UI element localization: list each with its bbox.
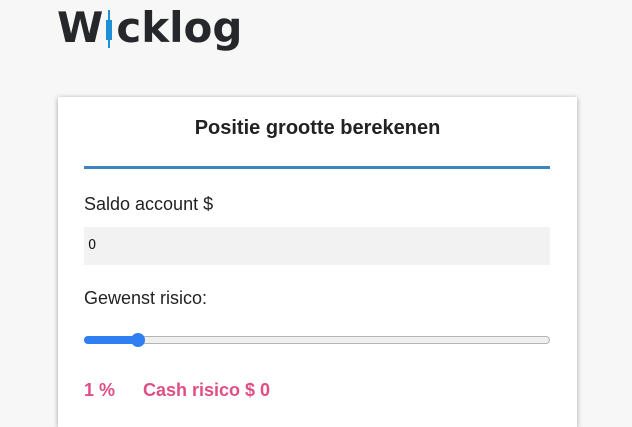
cash-risk-value: Cash risico $ 0 [143,380,271,400]
risk-slider-thumb[interactable] [131,333,145,347]
risk-slider-track[interactable] [84,336,550,344]
risk-percent-value: 1 % [84,380,116,400]
balance-input[interactable]: 0 [84,227,550,265]
risk-label: Gewenst risico: [84,288,208,308]
logo-text-start: W [57,2,104,52]
title-divider [84,166,550,169]
candlestick-icon [106,10,113,48]
balance-label: Saldo account $ [84,194,214,214]
wicklog-logo[interactable]: W cklog [57,2,242,52]
position-size-calculator-card: Positie grootte berekenen Saldo account … [58,97,577,427]
logo-text-end: cklog [116,2,243,52]
card-title: Positie grootte berekenen [194,117,441,139]
